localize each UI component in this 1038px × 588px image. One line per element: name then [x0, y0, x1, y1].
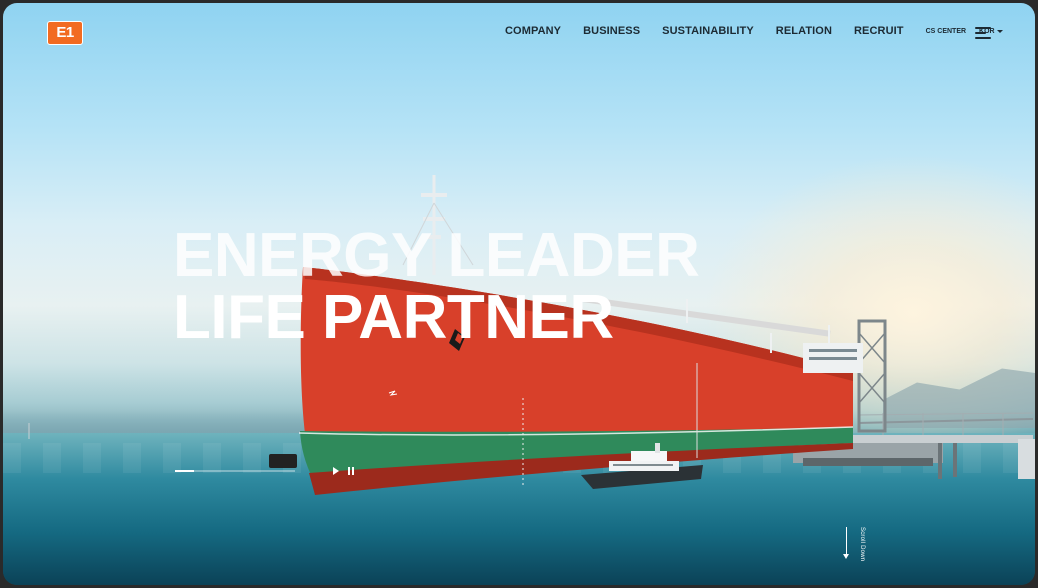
nav-recruit[interactable]: RECRUIT — [854, 25, 904, 37]
hamburger-menu-icon[interactable] — [975, 25, 991, 39]
cs-center-link[interactable]: CS CENTER — [926, 28, 966, 35]
main-nav: COMPANY BUSINESS SUSTAINABILITY RELATION… — [505, 25, 1003, 37]
nav-relation[interactable]: RELATION — [776, 25, 832, 37]
fender-boat — [269, 454, 297, 468]
hero-line-1: ENERGY LEADER — [173, 221, 700, 290]
slide-progress-fill — [175, 470, 195, 472]
caret-down-icon — [996, 29, 1003, 33]
hero-headline: ENERGY LEADER LIFE PARTNER — [173, 221, 700, 352]
slide-progress-bar — [175, 470, 295, 472]
play-icon[interactable] — [333, 467, 339, 475]
pause-icon[interactable] — [348, 467, 354, 475]
hero-line-2: LIFE PARTNER — [173, 283, 614, 352]
browser-viewport: E1 COMPANY BUSINESS SUSTAINABILITY RELAT… — [3, 3, 1035, 585]
e1-logo[interactable]: E1 — [47, 21, 83, 45]
arrow-down-icon — [843, 527, 849, 559]
site-header: E1 COMPANY BUSINESS SUSTAINABILITY RELAT… — [3, 3, 1035, 63]
nav-company[interactable]: COMPANY — [505, 25, 561, 37]
scroll-down-indicator[interactable]: Scroll Down — [843, 527, 873, 563]
scroll-down-label: Scroll Down — [859, 527, 865, 562]
slider-controls — [175, 467, 354, 475]
nav-business[interactable]: BUSINESS — [583, 25, 640, 37]
nav-sustainability[interactable]: SUSTAINABILITY — [662, 25, 754, 37]
